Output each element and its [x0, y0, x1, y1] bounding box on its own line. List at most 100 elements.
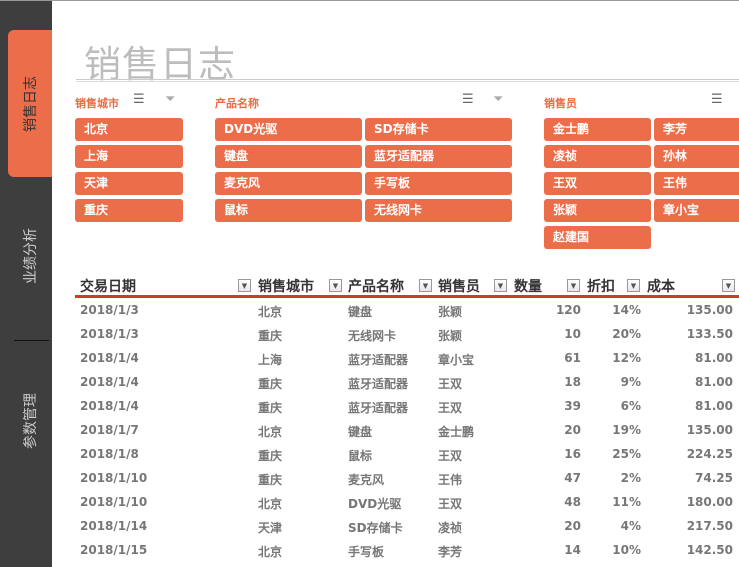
- filter-dropdown-button[interactable]: ▼: [238, 279, 251, 292]
- cell-salesperson: 张颖: [438, 329, 463, 343]
- nav-tab-label: 销售日志: [23, 75, 39, 132]
- slicer-product-item[interactable]: 麦克风: [215, 172, 362, 195]
- cell-date: 2018/1/10: [80, 471, 148, 485]
- cell-product: 手写板: [348, 545, 385, 559]
- filter-dropdown-button[interactable]: ▼: [567, 279, 580, 292]
- slicer-product-item[interactable]: 鼠标: [215, 199, 362, 222]
- cell-cost: 81.00: [695, 351, 733, 365]
- filter-dropdown-button[interactable]: ▼: [329, 279, 342, 292]
- clear-filter-icon[interactable]: ⏷: [493, 92, 503, 107]
- table-row[interactable]: 2018/1/8 重庆 鼠标 王双 16 25% 224.25: [0, 442, 739, 466]
- slicer-city-item[interactable]: 重庆: [75, 199, 183, 222]
- column-header: 成本: [647, 279, 675, 295]
- table-row[interactable]: 2018/1/4 重庆 蓝牙适配器 王双 18 9% 81.00: [0, 370, 739, 394]
- slicer-salesperson-item[interactable]: 孙林: [654, 145, 739, 168]
- slicer-product-item[interactable]: DVD光驱: [215, 118, 362, 141]
- cell-cost: 142.50: [686, 543, 733, 557]
- table-row[interactable]: 2018/1/10 重庆 麦克风 王伟 47 2% 74.25: [0, 466, 739, 490]
- cell-cost: 135.00: [686, 303, 733, 317]
- table-row[interactable]: 2018/1/4 重庆 蓝牙适配器 王双 39 6% 81.00: [0, 394, 739, 418]
- table-row[interactable]: 2018/1/3 北京 键盘 张颖 120 14% 135.00: [0, 298, 739, 322]
- clear-filter-icon[interactable]: ⏷: [165, 92, 175, 107]
- cell-product: 蓝牙适配器: [348, 377, 409, 391]
- cell-cost: 81.00: [695, 375, 733, 389]
- cell-city: 上海: [258, 353, 283, 367]
- cell-quantity: 14: [564, 543, 581, 557]
- slicer-product-item[interactable]: 手写板: [365, 172, 512, 195]
- column-header: 折扣: [587, 279, 615, 295]
- multi-select-icon[interactable]: ☰: [711, 92, 723, 107]
- table-row[interactable]: 2018/1/10 北京 DVD光驱 王双 48 11% 180.00: [0, 490, 739, 514]
- table-row[interactable]: 2018/1/3 重庆 无线网卡 张颖 10 20% 133.50: [0, 322, 739, 346]
- multi-select-icon[interactable]: ☰: [133, 92, 145, 107]
- filter-dropdown-button[interactable]: ▼: [494, 279, 507, 292]
- table-row[interactable]: 2018/1/15 北京 手写板 李芳 14 10% 142.50: [0, 538, 739, 562]
- cell-date: 2018/1/7: [80, 423, 139, 437]
- slicer-city-item[interactable]: 上海: [75, 145, 183, 168]
- cell-quantity: 16: [564, 447, 581, 461]
- cell-quantity: 20: [564, 519, 581, 533]
- slicer-salesperson-item[interactable]: 王双: [544, 172, 651, 195]
- cell-city: 重庆: [258, 473, 283, 487]
- slicer-salesperson-title: 销售员: [544, 97, 577, 110]
- slicer-product-item[interactable]: 蓝牙适配器: [365, 145, 512, 168]
- cell-discount: 6%: [620, 399, 641, 413]
- slicer-salesperson-item[interactable]: 金士鹏: [544, 118, 651, 141]
- table-row[interactable]: 2018/1/4 上海 蓝牙适配器 章小宝 61 12% 81.00: [0, 346, 739, 370]
- cell-salesperson: 王伟: [438, 473, 463, 487]
- cell-salesperson: 金士鹏: [438, 425, 475, 439]
- cell-discount: 14%: [612, 303, 641, 317]
- column-header: 数量: [514, 279, 542, 295]
- cell-date: 2018/1/3: [80, 303, 139, 317]
- table-row[interactable]: 2018/1/7 北京 键盘 金士鹏 20 19% 135.00: [0, 418, 739, 442]
- cell-salesperson: 张颖: [438, 305, 463, 319]
- slicer-salesperson-item[interactable]: 张颖: [544, 199, 651, 222]
- cell-discount: 10%: [612, 543, 641, 557]
- cell-discount: 19%: [612, 423, 641, 437]
- cell-salesperson: 李芳: [438, 545, 463, 559]
- title-divider: [76, 79, 739, 82]
- cell-discount: 12%: [612, 351, 641, 365]
- filter-dropdown-button[interactable]: ▼: [627, 279, 640, 292]
- multi-select-icon[interactable]: ☰: [462, 92, 474, 107]
- slicer-salesperson-item[interactable]: 王伟: [654, 172, 739, 195]
- cell-date: 2018/1/10: [80, 495, 148, 509]
- slicer-salesperson-item[interactable]: 赵建国: [544, 226, 651, 249]
- filter-dropdown-button[interactable]: ▼: [722, 279, 735, 292]
- slicer-salesperson-item[interactable]: 凌祯: [544, 145, 651, 168]
- cell-quantity: 120: [555, 303, 581, 317]
- cell-cost: 135.00: [686, 423, 733, 437]
- slicer-salesperson-item[interactable]: 章小宝: [654, 199, 739, 222]
- nav-tab-label: 业绩分析: [23, 228, 39, 284]
- nav-tab-sales-log[interactable]: 销售日志: [8, 30, 52, 177]
- cell-discount: 2%: [620, 471, 641, 485]
- cell-date: 2018/1/4: [80, 351, 139, 365]
- cell-quantity: 48: [564, 495, 581, 509]
- slicer-city-item[interactable]: 天津: [75, 172, 183, 195]
- cell-date: 2018/1/4: [80, 375, 139, 389]
- slicer-product-item[interactable]: 无线网卡: [365, 199, 512, 222]
- filter-dropdown-button[interactable]: ▼: [419, 279, 432, 292]
- cell-quantity: 61: [564, 351, 581, 365]
- slicer-city-item[interactable]: 北京: [75, 118, 183, 141]
- cell-product: DVD光驱: [348, 497, 402, 511]
- slicer-salesperson-item[interactable]: 李芳: [654, 118, 739, 141]
- cell-date: 2018/1/15: [80, 543, 148, 557]
- cell-quantity: 39: [564, 399, 581, 413]
- column-header: 交易日期: [80, 279, 136, 295]
- cell-discount: 11%: [612, 495, 641, 509]
- slicer-product-item[interactable]: 键盘: [215, 145, 362, 168]
- cell-cost: 81.00: [695, 399, 733, 413]
- cell-cost: 217.50: [686, 519, 733, 533]
- table-row[interactable]: 2018/1/14 天津 SD存储卡 凌祯 20 4% 217.50: [0, 514, 739, 538]
- cell-city: 北京: [258, 305, 283, 319]
- cell-discount: 25%: [612, 447, 641, 461]
- column-header: 销售城市: [258, 279, 314, 295]
- cell-product: 麦克风: [348, 473, 385, 487]
- cell-city: 重庆: [258, 401, 283, 415]
- slicer-product-title: 产品名称: [215, 97, 259, 110]
- cell-discount: 9%: [620, 375, 641, 389]
- cell-salesperson: 王双: [438, 449, 463, 463]
- slicer-product-item[interactable]: SD存储卡: [365, 118, 512, 141]
- cell-product: 鼠标: [348, 449, 373, 463]
